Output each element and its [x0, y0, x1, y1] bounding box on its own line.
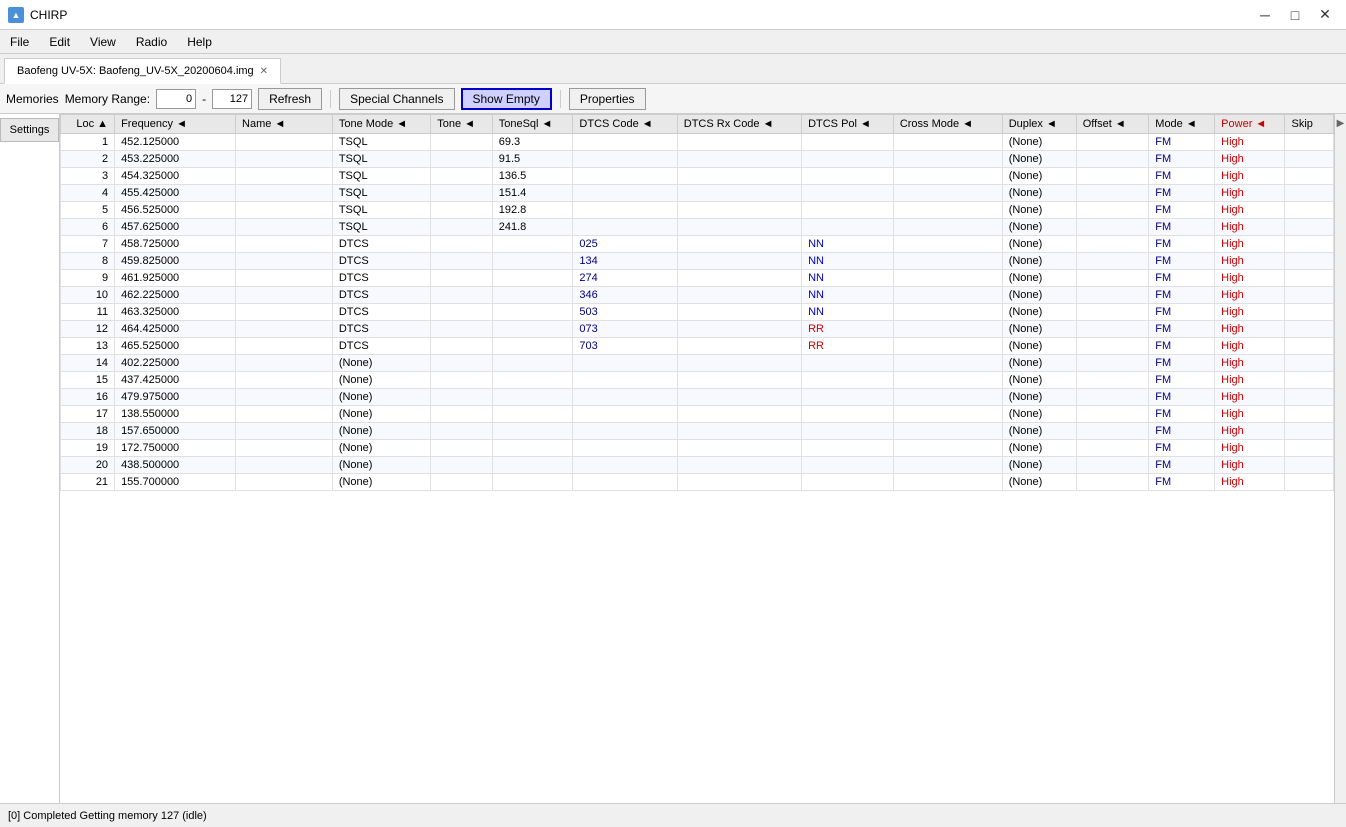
table-row[interactable]: 1452.125000TSQL69.3(None)FMHigh: [61, 134, 1334, 151]
menu-file[interactable]: File: [0, 33, 39, 51]
titlebar-left: ▲ CHIRP: [8, 7, 67, 23]
table-row[interactable]: 12464.425000DTCS073RR(None)FMHigh: [61, 321, 1334, 338]
table-row[interactable]: 4455.425000TSQL151.4(None)FMHigh: [61, 185, 1334, 202]
table-body: 1452.125000TSQL69.3(None)FMHigh2453.2250…: [61, 134, 1334, 491]
statusbar: [0] Completed Getting memory 127 (idle): [0, 803, 1346, 827]
range-start-input[interactable]: [156, 89, 196, 109]
table-row[interactable]: 21155.700000(None)(None)FMHigh: [61, 474, 1334, 491]
main-tab[interactable]: Baofeng UV-5X: Baofeng_UV-5X_20200604.im…: [4, 58, 281, 84]
show-empty-button[interactable]: Show Empty: [461, 88, 552, 110]
menu-edit[interactable]: Edit: [39, 33, 80, 51]
refresh-button[interactable]: Refresh: [258, 88, 322, 110]
menu-view[interactable]: View: [80, 33, 126, 51]
memory-table: Loc ▲ Frequency ◄ Name ◄ Tone Mode ◄ Ton…: [60, 114, 1334, 491]
right-arrow-icon: ▶: [1337, 118, 1345, 129]
close-button[interactable]: ✕: [1312, 5, 1338, 25]
special-channels-button[interactable]: Special Channels: [339, 88, 454, 110]
table-row[interactable]: 20438.500000(None)(None)FMHigh: [61, 457, 1334, 474]
menu-radio[interactable]: Radio: [126, 33, 177, 51]
range-end-input[interactable]: [212, 89, 252, 109]
toolbar-separator: [330, 90, 331, 108]
table-row[interactable]: 15437.425000(None)(None)FMHigh: [61, 372, 1334, 389]
col-header-mode[interactable]: Mode ◄: [1149, 115, 1215, 134]
app-title: CHIRP: [30, 8, 67, 22]
table-row[interactable]: 11463.325000DTCS503NN(None)FMHigh: [61, 304, 1334, 321]
col-header-tonesql[interactable]: ToneSql ◄: [492, 115, 573, 134]
col-header-offset[interactable]: Offset ◄: [1076, 115, 1149, 134]
table-row[interactable]: 13465.525000DTCS703RR(None)FMHigh: [61, 338, 1334, 355]
col-header-tone[interactable]: Tone ◄: [431, 115, 492, 134]
table-row[interactable]: 9461.925000DTCS274NN(None)FMHigh: [61, 270, 1334, 287]
table-row[interactable]: 18157.650000(None)(None)FMHigh: [61, 423, 1334, 440]
titlebar-controls: ─ □ ✕: [1252, 5, 1338, 25]
table-header-row: Loc ▲ Frequency ◄ Name ◄ Tone Mode ◄ Ton…: [61, 115, 1334, 134]
col-header-power[interactable]: Power ◄: [1215, 115, 1285, 134]
col-header-duplex[interactable]: Duplex ◄: [1002, 115, 1076, 134]
status-text: [0] Completed Getting memory 127 (idle): [8, 810, 207, 822]
col-header-dtcscode[interactable]: DTCS Code ◄: [573, 115, 677, 134]
app-icon: ▲: [8, 7, 24, 23]
tabbar: Baofeng UV-5X: Baofeng_UV-5X_20200604.im…: [0, 54, 1346, 84]
col-header-skip[interactable]: Skip: [1285, 115, 1334, 134]
table-row[interactable]: 8459.825000DTCS134NN(None)FMHigh: [61, 253, 1334, 270]
table-row[interactable]: 14402.225000(None)(None)FMHigh: [61, 355, 1334, 372]
col-header-dtcsrxcode[interactable]: DTCS Rx Code ◄: [677, 115, 801, 134]
tab-close-icon[interactable]: ✕: [260, 66, 268, 77]
table-row[interactable]: 17138.550000(None)(None)FMHigh: [61, 406, 1334, 423]
col-header-dtcspol[interactable]: DTCS Pol ◄: [802, 115, 894, 134]
table-row[interactable]: 10462.225000DTCS346NN(None)FMHigh: [61, 287, 1334, 304]
right-panel-collapse[interactable]: ▶: [1334, 114, 1346, 803]
table-row[interactable]: 6457.625000TSQL241.8(None)FMHigh: [61, 219, 1334, 236]
table-row[interactable]: 7458.725000DTCS025NN(None)FMHigh: [61, 236, 1334, 253]
tab-label: Baofeng UV-5X: Baofeng_UV-5X_20200604.im…: [17, 65, 254, 77]
range-separator: -: [202, 92, 206, 106]
memory-range-label: Memory Range:: [65, 92, 150, 106]
minimize-button[interactable]: ─: [1252, 5, 1278, 25]
maximize-button[interactable]: □: [1282, 5, 1308, 25]
col-header-crossmode[interactable]: Cross Mode ◄: [893, 115, 1002, 134]
toolbar: Memories Memory Range: - Refresh Special…: [0, 84, 1346, 114]
settings-panel: Settings: [0, 114, 60, 803]
settings-button[interactable]: Settings: [0, 118, 59, 142]
table-row[interactable]: 16479.975000(None)(None)FMHigh: [61, 389, 1334, 406]
table-container[interactable]: Loc ▲ Frequency ◄ Name ◄ Tone Mode ◄ Ton…: [60, 114, 1334, 803]
app-icon-text: ▲: [12, 10, 21, 20]
col-header-tonemode[interactable]: Tone Mode ◄: [332, 115, 430, 134]
properties-button[interactable]: Properties: [569, 88, 646, 110]
memories-label: Memories: [6, 92, 59, 106]
main-area: Settings Loc ▲ Frequency ◄ Name ◄ Tone M…: [0, 114, 1346, 803]
menubar: File Edit View Radio Help: [0, 30, 1346, 54]
col-header-loc[interactable]: Loc ▲: [61, 115, 115, 134]
col-header-frequency[interactable]: Frequency ◄: [115, 115, 236, 134]
titlebar: ▲ CHIRP ─ □ ✕: [0, 0, 1346, 30]
menu-help[interactable]: Help: [177, 33, 222, 51]
col-header-name[interactable]: Name ◄: [236, 115, 333, 134]
table-row[interactable]: 19172.750000(None)(None)FMHigh: [61, 440, 1334, 457]
table-row[interactable]: 5456.525000TSQL192.8(None)FMHigh: [61, 202, 1334, 219]
table-row[interactable]: 2453.225000TSQL91.5(None)FMHigh: [61, 151, 1334, 168]
toolbar-separator-2: [560, 90, 561, 108]
table-row[interactable]: 3454.325000TSQL136.5(None)FMHigh: [61, 168, 1334, 185]
